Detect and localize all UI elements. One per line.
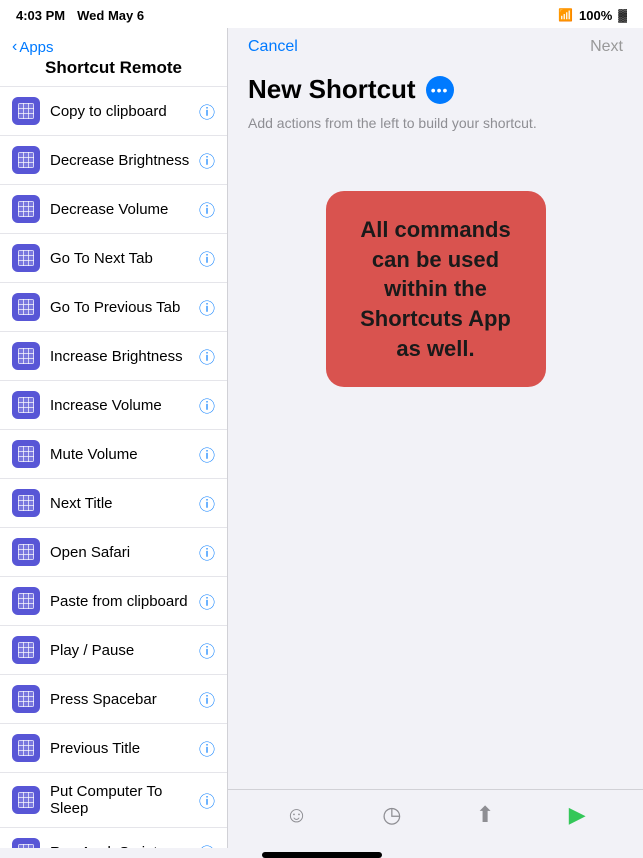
list-item[interactable]: Increase Brightness ⓘ: [0, 332, 227, 381]
tooltip-card: All commands can be used within the Shor…: [326, 191, 546, 387]
main-layout: ‹ Apps Shortcut Remote Copy to clipboard…: [0, 28, 643, 848]
item-label: Copy to clipboard: [50, 103, 191, 120]
info-icon[interactable]: ⓘ: [199, 148, 215, 172]
info-icon[interactable]: ⓘ: [199, 589, 215, 613]
list-item[interactable]: Go To Previous Tab ⓘ: [0, 283, 227, 332]
list-item[interactable]: Run AppleScript ⓘ: [0, 828, 227, 848]
back-label: Apps: [19, 39, 53, 56]
item-label: Press Spacebar: [50, 691, 191, 708]
info-icon[interactable]: ⓘ: [199, 246, 215, 270]
left-header: ‹ Apps Shortcut Remote: [0, 28, 227, 87]
item-icon: [12, 146, 40, 174]
nav-back[interactable]: ‹ Apps: [12, 38, 215, 56]
info-icon[interactable]: ⓘ: [199, 687, 215, 711]
item-icon: [12, 391, 40, 419]
left-list: Copy to clipboardⓘDecrease BrightnessⓘDe…: [0, 87, 227, 848]
item-label: Go To Next Tab: [50, 250, 191, 267]
item-icon: [12, 195, 40, 223]
item-icon: [12, 489, 40, 517]
info-icon[interactable]: ⓘ: [199, 840, 215, 848]
status-left: 4:03 PM Wed May 6: [16, 8, 144, 23]
left-panel-title: Shortcut Remote: [12, 58, 215, 78]
battery-label: 100%: [579, 8, 612, 23]
list-item[interactable]: Next Title ⓘ: [0, 479, 227, 528]
list-item[interactable]: Open Safari ⓘ: [0, 528, 227, 577]
item-icon: [12, 538, 40, 566]
list-item[interactable]: Put Computer To Sleep ⓘ: [0, 773, 227, 828]
toolbar-share-button[interactable]: ⬆: [466, 798, 504, 832]
info-icon[interactable]: ⓘ: [199, 393, 215, 417]
info-icon[interactable]: ⓘ: [199, 491, 215, 515]
item-label: Run AppleScript: [50, 844, 191, 849]
toolbar-play-button[interactable]: ▶: [559, 798, 596, 832]
home-indicator: [262, 852, 382, 858]
info-icon[interactable]: ⓘ: [199, 295, 215, 319]
info-icon[interactable]: ⓘ: [199, 736, 215, 760]
item-icon: [12, 293, 40, 321]
list-item[interactable]: Mute Volume ⓘ: [0, 430, 227, 479]
item-label: Open Safari: [50, 544, 191, 561]
right-header: Cancel Next: [228, 28, 643, 64]
item-icon: [12, 838, 40, 848]
item-icon: [12, 97, 40, 125]
right-panel: Cancel Next New Shortcut ••• Add actions…: [228, 28, 643, 848]
info-icon[interactable]: ⓘ: [199, 344, 215, 368]
item-icon: [12, 734, 40, 762]
list-item[interactable]: Paste from clipboard ⓘ: [0, 577, 227, 626]
add-actions-hint: Add actions from the left to build your …: [248, 115, 623, 131]
item-label: Decrease Brightness: [50, 152, 191, 169]
shortcut-title: New Shortcut: [248, 74, 416, 105]
more-button[interactable]: •••: [426, 76, 454, 104]
left-panel: ‹ Apps Shortcut Remote Copy to clipboard…: [0, 28, 228, 848]
toolbar-clock-button[interactable]: ◷: [372, 798, 411, 832]
item-label: Play / Pause: [50, 642, 191, 659]
info-icon[interactable]: ⓘ: [199, 99, 215, 123]
list-item[interactable]: Previous Title ⓘ: [0, 724, 227, 773]
list-item[interactable]: Copy to clipboard ⓘ: [0, 87, 227, 136]
right-content: New Shortcut ••• Add actions from the le…: [228, 64, 643, 789]
list-item[interactable]: Decrease Brightness ⓘ: [0, 136, 227, 185]
item-label: Increase Brightness: [50, 348, 191, 365]
item-label: Go To Previous Tab: [50, 299, 191, 316]
cancel-button[interactable]: Cancel: [248, 38, 298, 56]
toolbar-smiley-button[interactable]: ☺: [275, 798, 317, 832]
status-date: Wed May 6: [77, 8, 144, 23]
list-item[interactable]: Play / Pause ⓘ: [0, 626, 227, 675]
list-item[interactable]: Increase Volume ⓘ: [0, 381, 227, 430]
next-button: Next: [590, 38, 623, 56]
list-item[interactable]: Go To Next Tab ⓘ: [0, 234, 227, 283]
status-time: 4:03 PM: [16, 8, 65, 23]
item-icon: [12, 342, 40, 370]
item-label: Decrease Volume: [50, 201, 191, 218]
item-label: Mute Volume: [50, 446, 191, 463]
info-icon[interactable]: ⓘ: [199, 788, 215, 812]
item-label: Paste from clipboard: [50, 593, 191, 610]
shortcut-title-row: New Shortcut •••: [248, 74, 623, 105]
bottom-toolbar: ☺ ◷ ⬆ ▶: [228, 789, 643, 848]
item-label: Next Title: [50, 495, 191, 512]
back-chevron-icon: ‹: [12, 38, 17, 56]
item-label: Previous Title: [50, 740, 191, 757]
item-label: Put Computer To Sleep: [50, 783, 191, 817]
tooltip-text: All commands can be used within the Shor…: [348, 215, 524, 363]
wifi-icon: 📶: [558, 8, 573, 22]
list-item[interactable]: Press Spacebar ⓘ: [0, 675, 227, 724]
item-icon: [12, 685, 40, 713]
battery-icon: ▓: [618, 8, 627, 22]
item-icon: [12, 636, 40, 664]
more-dots-icon: •••: [431, 83, 449, 97]
item-icon: [12, 587, 40, 615]
item-icon: [12, 786, 40, 814]
info-icon[interactable]: ⓘ: [199, 638, 215, 662]
info-icon[interactable]: ⓘ: [199, 540, 215, 564]
status-bar: 4:03 PM Wed May 6 📶 100% ▓: [0, 0, 643, 28]
info-icon[interactable]: ⓘ: [199, 197, 215, 221]
status-right: 📶 100% ▓: [558, 8, 627, 23]
item-label: Increase Volume: [50, 397, 191, 414]
item-icon: [12, 244, 40, 272]
info-icon[interactable]: ⓘ: [199, 442, 215, 466]
list-item[interactable]: Decrease Volume ⓘ: [0, 185, 227, 234]
item-icon: [12, 440, 40, 468]
